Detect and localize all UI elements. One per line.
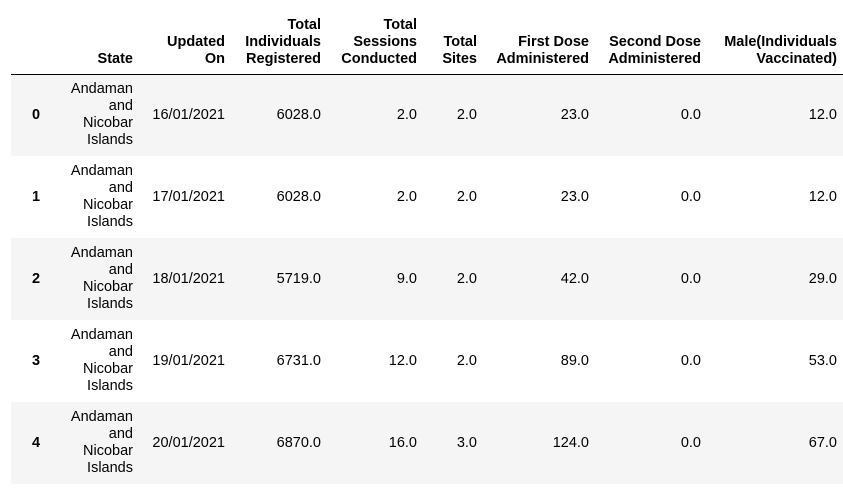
header-second-dose-administered: Second Dose Administered: [595, 10, 707, 75]
cell-sites: 2.0: [456, 271, 477, 287]
table-row: 4 Andaman and Nicobar Islands 20/01/2021…: [11, 402, 843, 484]
header-updated-on: Updated On: [139, 10, 231, 75]
cell-sites: 2.0: [456, 107, 477, 124]
cell-first-dose: 42.0: [560, 271, 589, 287]
header-male-individuals-vaccinated: Male(Individuals Vaccinated): [707, 10, 843, 75]
cell-sites: 3.0: [456, 435, 477, 451]
cell-registered: 6028.0: [276, 189, 321, 205]
row-index: 2: [31, 271, 41, 287]
cell-state: Andaman and Nicobar Islands: [70, 327, 133, 394]
cell-second-dose: 0.0: [680, 271, 701, 287]
table-row: 0 Andaman and Nicobar Islands 16/01/2021…: [11, 74, 843, 156]
cell-state: Andaman and Nicobar Islands: [70, 409, 133, 476]
cell-first-dose: 124.0: [552, 435, 589, 451]
cell-second-dose: 0.0: [680, 353, 701, 369]
cell-updated-on: 20/01/2021: [152, 435, 225, 451]
cell-male: 53.0: [808, 353, 837, 369]
cell-registered: 6870.0: [276, 435, 321, 451]
header-state: State: [61, 10, 139, 75]
cell-male: 29.0: [808, 271, 837, 287]
cell-sites: 2.0: [456, 189, 477, 205]
cell-first-dose: 23.0: [560, 107, 589, 124]
cell-second-dose: 0.0: [680, 435, 701, 451]
cell-state: Andaman and Nicobar Islands: [70, 163, 133, 230]
cell-second-dose: 0.0: [680, 189, 701, 205]
cell-updated-on: 17/01/2021: [152, 189, 225, 205]
cell-sessions: 12.0: [388, 353, 417, 369]
header-first-dose-administered: First Dose Administered: [483, 10, 595, 75]
cell-registered: 5719.0: [276, 271, 321, 287]
cell-state: Andaman and Nicobar Islands: [70, 81, 133, 149]
cell-first-dose: 89.0: [560, 353, 589, 369]
header-total-sites: Total Sites: [423, 10, 483, 75]
row-index: 0: [31, 107, 41, 124]
cell-male: 67.0: [808, 435, 837, 451]
header-total-individuals-registered: Total Individuals Registered: [231, 10, 327, 75]
cell-sessions: 2.0: [396, 107, 417, 124]
cell-sites: 2.0: [456, 353, 477, 369]
cell-state: Andaman and Nicobar Islands: [70, 245, 133, 312]
cell-sessions: 9.0: [396, 271, 417, 287]
cell-updated-on: 19/01/2021: [152, 353, 225, 369]
header-total-sessions-conducted: Total Sessions Conducted: [327, 10, 423, 75]
table-row: 3 Andaman and Nicobar Islands 19/01/2021…: [11, 320, 843, 402]
row-index: 1: [31, 189, 41, 205]
cell-registered: 6028.0: [276, 107, 321, 124]
row-index: 3: [31, 353, 41, 369]
cell-registered: 6731.0: [276, 353, 321, 369]
header-row: State Updated On Total Individuals Regis…: [11, 10, 843, 75]
row-index: 4: [31, 435, 41, 451]
cell-updated-on: 18/01/2021: [152, 271, 225, 287]
cell-sessions: 16.0: [388, 435, 417, 451]
cell-male: 12.0: [808, 107, 837, 124]
cell-second-dose: 0.0: [680, 107, 701, 124]
cell-sessions: 2.0: [396, 189, 417, 205]
cell-updated-on: 16/01/2021: [152, 107, 225, 124]
table-row: 1 Andaman and Nicobar Islands 17/01/2021…: [11, 156, 843, 238]
cell-first-dose: 23.0: [560, 189, 589, 205]
header-index: [11, 10, 61, 75]
table-row: 2 Andaman and Nicobar Islands 18/01/2021…: [11, 238, 843, 320]
dataframe-table: State Updated On Total Individuals Regis…: [11, 10, 843, 484]
cell-male: 12.0: [808, 189, 837, 205]
dataframe-output: State Updated On Total Individuals Regis…: [0, 0, 843, 498]
